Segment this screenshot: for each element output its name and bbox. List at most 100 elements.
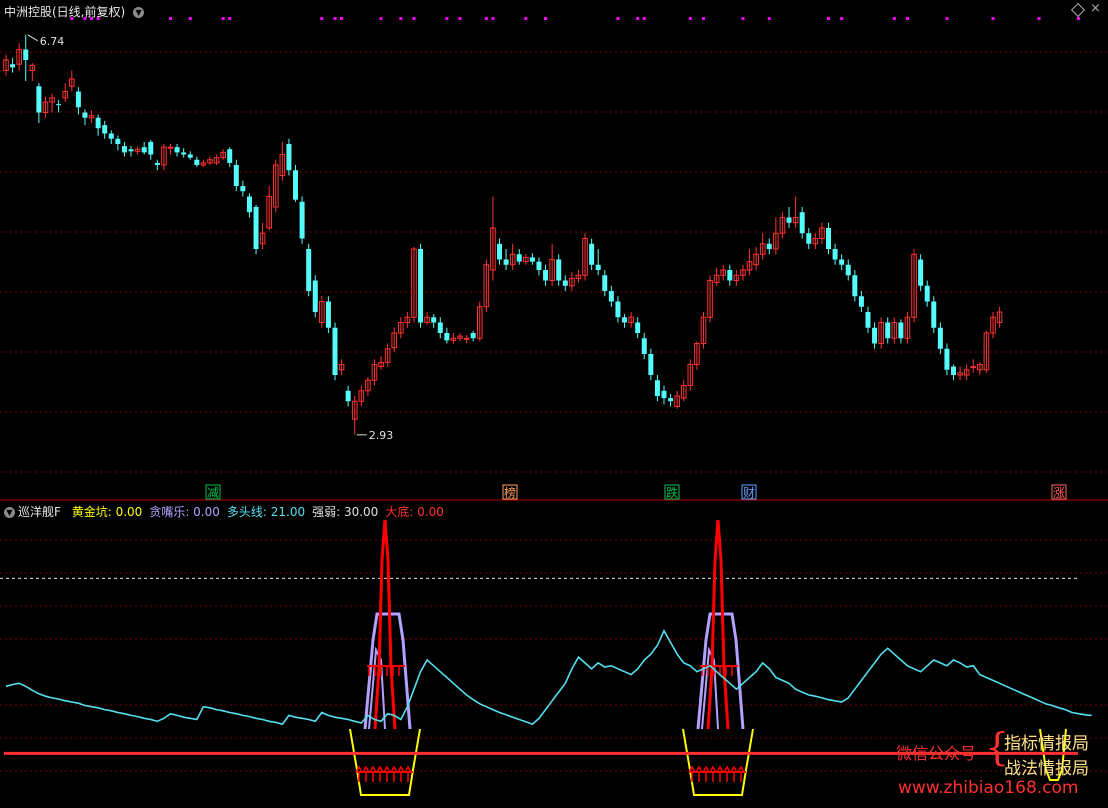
candle (266, 186, 272, 231)
candle-body (635, 322, 641, 333)
candle (641, 333, 647, 360)
candle (418, 243, 424, 328)
candle-body (181, 152, 187, 155)
chevron-down-icon[interactable]: ▼ (133, 7, 145, 18)
candle (707, 275, 713, 323)
golden-pit-line (682, 728, 754, 796)
candle (727, 264, 733, 286)
watermark-url: www.zhibiao168.com (898, 778, 1079, 798)
candle (766, 238, 772, 255)
candle (759, 233, 766, 260)
signal-dot (616, 17, 620, 20)
candle (69, 70, 75, 92)
candle-body (418, 249, 424, 323)
signal-dot (320, 17, 324, 20)
candlestick-series[interactable] (3, 34, 1003, 435)
candle-body (108, 133, 114, 139)
signal-dot (491, 17, 495, 20)
indicator-grid (0, 539, 1108, 772)
candle (556, 254, 562, 286)
candle-body (872, 327, 878, 344)
signal-dot (333, 17, 337, 20)
signal-dot (827, 17, 830, 20)
candle (95, 114, 101, 136)
signal-dot (221, 17, 225, 20)
candle (497, 238, 502, 265)
candle-body (885, 322, 891, 339)
candle (404, 312, 411, 328)
signal-dot (840, 17, 844, 20)
candle (174, 144, 180, 157)
signal-dot (340, 17, 344, 20)
candle (523, 254, 529, 265)
signal-dot (991, 17, 995, 20)
candle-body (154, 162, 160, 165)
candle (733, 270, 740, 286)
chart-title[interactable]: 中洲控股(日线,前复权) (4, 5, 125, 19)
candle (187, 151, 193, 160)
candle (391, 327, 398, 352)
candle (826, 222, 831, 255)
candle-body (727, 270, 733, 281)
candle (674, 390, 680, 409)
candle-body (648, 354, 654, 375)
candle (529, 253, 535, 265)
candle (589, 238, 595, 270)
candle (200, 159, 207, 168)
candle (648, 348, 654, 381)
signal-dot (458, 17, 462, 20)
candle-body (148, 141, 154, 155)
candle (450, 333, 457, 344)
candle-body (10, 64, 16, 68)
candle (799, 207, 805, 239)
candle (904, 312, 911, 344)
signal-marker-2: 跌 (666, 485, 678, 500)
candle (924, 280, 930, 307)
indicator-name[interactable]: 巡洋舰F (18, 505, 61, 519)
candle (951, 364, 957, 381)
candle-body (806, 233, 812, 244)
candle (29, 63, 36, 81)
watermark-line2: 战法情报局 (1004, 759, 1089, 779)
candle-body (944, 348, 950, 370)
candle (575, 270, 582, 283)
candle (167, 144, 174, 155)
candle-body (589, 243, 595, 265)
candle (56, 99, 62, 113)
candle (878, 317, 884, 349)
candle-body (246, 196, 252, 213)
signal-dot (688, 17, 692, 20)
candle-body (562, 280, 568, 286)
signal-dot (636, 17, 640, 20)
candle (615, 296, 621, 323)
candle-body (95, 117, 101, 129)
candle-body (240, 186, 246, 192)
candle (858, 291, 864, 312)
candle (49, 93, 55, 113)
bottom-line (706, 519, 730, 730)
candle-body (536, 261, 542, 270)
candle (720, 264, 727, 281)
golden-pit-line (349, 728, 421, 796)
candle (990, 312, 996, 339)
candle (937, 322, 943, 354)
candle-body (187, 154, 193, 158)
stock-chart-window: 6.74 2.93 减榜跌财涨 中洲控股(日线,前复权) ▼ × ▼ 巡洋舰F 黄金… (0, 0, 1108, 804)
candle (75, 87, 81, 115)
candle (279, 141, 286, 181)
candle-body (931, 301, 937, 328)
candle-body (325, 301, 331, 328)
candle (102, 120, 108, 139)
legend-items: 黄金坑: 0.00 贪嘴乐: 0.00 多头线: 21.00 强弱: 30.00 大底:… (65, 505, 444, 519)
signal-dot (188, 17, 192, 20)
candle-body (36, 86, 42, 113)
legend-item: 贪嘴乐: 0.00 (149, 505, 220, 519)
candle-body (437, 322, 443, 333)
signal-dot (484, 17, 488, 20)
chevron-down-icon[interactable]: ▼ (4, 507, 15, 518)
candle (694, 341, 700, 370)
legend-item: 黄金坑: 0.00 (71, 505, 143, 519)
candle (970, 359, 977, 373)
close-icon[interactable]: × (1090, 1, 1101, 16)
candle (806, 228, 812, 249)
